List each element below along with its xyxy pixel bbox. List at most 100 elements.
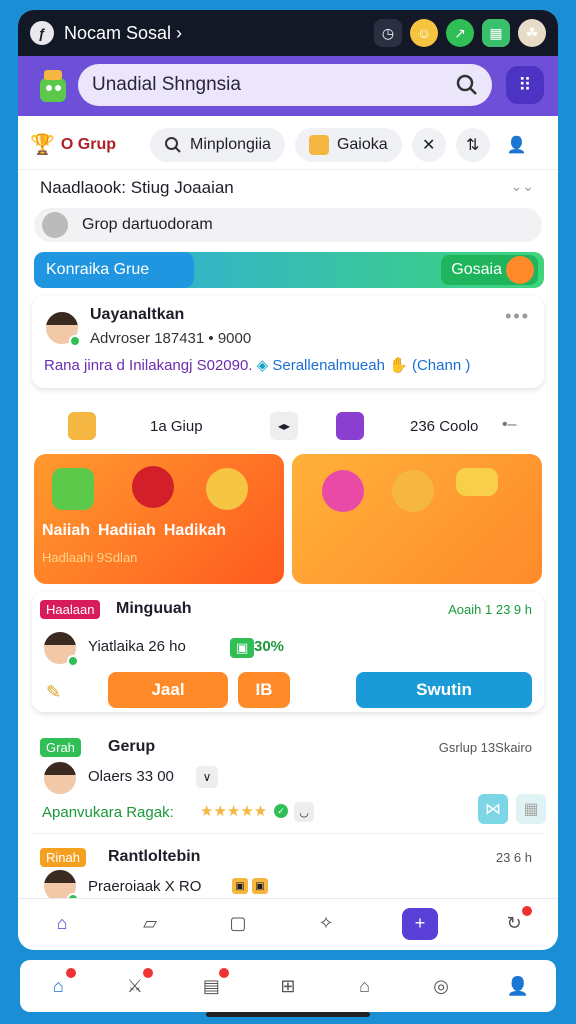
gold-icon <box>308 134 329 155</box>
hand-icon: ✋ <box>389 357 408 374</box>
join-button[interactable]: Jaal <box>108 672 228 708</box>
stats-row: 1a Giup ◂▸ 236 Coolo •– <box>32 398 544 454</box>
more-options-icon[interactable]: ••• <box>505 306 530 327</box>
promo-sub: Hadlaahi 9Sdlan <box>42 550 138 565</box>
group-icon[interactable]: ☘ <box>518 19 546 47</box>
timer-icon[interactable]: ◷ <box>374 19 402 47</box>
search-icon[interactable] <box>454 72 480 98</box>
calendar-icon[interactable]: ▦ <box>482 19 510 47</box>
collapse-icon[interactable]: ⌄⌄ <box>511 178 534 195</box>
post-author[interactable]: Uayanaltkan <box>90 306 184 324</box>
cool-count: 236 Coolo <box>410 418 479 435</box>
avatar[interactable] <box>42 760 78 796</box>
gold-chip[interactable]: Gaioka <box>294 127 402 162</box>
ratio-badge-icon: ▣ <box>230 638 255 658</box>
post-card[interactable]: Uayanaltkan Advroser 187431 • 9000 ••• R… <box>32 296 544 388</box>
post-time: Aoaih 1 23 9 h <box>448 602 532 617</box>
grid-menu-button[interactable]: ⠿ <box>506 66 544 104</box>
post-badge: Rinah <box>40 848 86 867</box>
inner-tab-bar: ⌂ ▱ ▢ ✧ + ↻ <box>18 898 558 948</box>
search-bar: Unadial Shngnsia ⠿ <box>18 56 558 116</box>
medal-icon: ▣ <box>232 878 248 894</box>
promo-tile-left[interactable]: Naiiah Hadiiah Hadikah Hadlaahi 9Sdlan <box>34 454 284 584</box>
bottom-nav: ⌂ ⚔ ▤ ⊞ ⌂ ◎ 👤 <box>20 960 556 1012</box>
post-author[interactable]: Rantloltebin <box>108 848 200 866</box>
post-body-left: Rana jinra d Inilakangj S02090. <box>44 357 253 374</box>
badge-icon[interactable]: ✧ <box>314 912 338 936</box>
avatar[interactable] <box>44 310 81 347</box>
post-badge: Haalaan <box>40 600 101 619</box>
rating-stars: ★★★★★ <box>200 803 268 820</box>
dislike-icon[interactable]: ◡ <box>294 802 314 822</box>
post-time: 23 6 h <box>495 850 532 865</box>
bowtie-icon[interactable]: ⋈ <box>478 794 508 824</box>
app-logo-icon[interactable]: ƒ <box>30 21 54 45</box>
nav-house-icon[interactable]: ⌂ <box>353 974 377 998</box>
red-ball-icon <box>132 466 174 508</box>
swap-chip[interactable]: ⇅ <box>455 127 490 162</box>
group-count: 1a Giup <box>150 418 203 435</box>
emoji-icon[interactable]: ☺ <box>410 19 438 47</box>
nav-swords-icon[interactable]: ⚔ <box>123 968 153 998</box>
swap-icon: ⇅ <box>465 136 480 154</box>
post-body: Rana jinra d Inilakangj S02090. ◈ Serall… <box>44 356 470 374</box>
wand-icon: ✎ <box>46 682 62 702</box>
bucket-icon: ◈ <box>256 357 269 374</box>
promo-label-2: Hadiiah <box>98 522 156 539</box>
post-card[interactable]: Grah Gerup Gsrlup 13Skairo Olaers 33 00 … <box>32 722 546 834</box>
close-chip[interactable]: ✕ <box>411 127 446 162</box>
home-icon[interactable]: ⌂ <box>50 912 74 936</box>
expand-icon[interactable]: ◂▸ <box>270 412 298 440</box>
gift-box-icon <box>336 412 364 440</box>
green-mascot-icon <box>52 468 94 510</box>
post-body-tail: (Chann ) <box>411 357 471 374</box>
group-chip-label: O Grup <box>60 135 117 153</box>
note-icon[interactable]: ▢ <box>226 912 250 936</box>
post-body-right: Serallenalmueah <box>272 357 385 374</box>
post-time: Gsrlup 13Skairo <box>438 740 532 755</box>
status-bar: ƒ Nocam Sosal › ◷ ☺ ↗ ▦ ☘ <box>18 10 558 56</box>
promo-label-1: Naiiah <box>42 522 91 539</box>
nav-camera-icon[interactable]: ◎ <box>429 974 453 998</box>
nav-home-icon[interactable]: ⌂ <box>46 968 77 998</box>
yellow-mascot-icon <box>206 468 248 510</box>
trophy-icon: 🏆 <box>30 134 55 156</box>
chat-icon[interactable]: ▱ <box>138 912 162 936</box>
grid-tile-icon[interactable]: ▦ <box>516 794 546 824</box>
search-chip-label: Minplongiia <box>190 135 271 153</box>
post-author[interactable]: Gerup <box>108 738 155 756</box>
post-card[interactable]: Rinah Rantloltebin 23 6 h Praeroiaak X R… <box>32 834 544 905</box>
heart-icon <box>322 470 364 512</box>
composer-title: Naadlaook: Stiug Joaaian <box>40 178 234 197</box>
profile-chip[interactable]: 👤 <box>500 128 534 162</box>
gold-stack-icon <box>456 468 498 496</box>
promo-banner[interactable]: Konraika Grue Gosaia <box>34 252 544 288</box>
group-chip[interactable]: 🏆 O Grup <box>30 132 140 157</box>
nav-profile-icon[interactable]: 👤 <box>506 974 530 998</box>
more-dots-icon[interactable]: •– <box>502 416 517 434</box>
add-post-button[interactable]: + <box>402 907 438 940</box>
post-card[interactable]: Haalaan Minguuah Aoaih 1 23 9 h Yiatlaik… <box>32 592 544 712</box>
post-author[interactable]: Minguuah <box>116 600 192 618</box>
ib-button[interactable]: IB <box>238 672 290 708</box>
chevron-down-icon[interactable]: ∨ <box>196 766 218 788</box>
banner-right-label: Gosaia <box>451 261 502 278</box>
rewards-icon[interactable]: ↻ <box>502 905 532 936</box>
switch-button[interactable]: Swutin <box>356 672 532 708</box>
share-icon[interactable]: ↗ <box>446 19 474 47</box>
promo-labels: Naiiah Hadiiah Hadikah <box>42 522 226 540</box>
banner-left-label[interactable]: Konraika Grue <box>34 252 194 288</box>
filter-chips: 🏆 O Grup Minplongiia Gaioka ✕ ⇅ 👤 <box>18 120 558 170</box>
online-dot <box>69 335 81 347</box>
search-chip[interactable]: Minplongiia <box>150 127 285 162</box>
nav-games-icon[interactable]: ⊞ <box>276 974 300 998</box>
nav-gift-icon[interactable]: ▤ <box>199 968 230 998</box>
composer-placeholder: Grop dartuodoram <box>82 216 213 233</box>
app-window: ƒ Nocam Sosal › ◷ ☺ ↗ ▦ ☘ Unadial Shngns… <box>18 10 558 950</box>
composer-input[interactable]: Grop dartuodoram <box>34 208 542 242</box>
promo-tile-right[interactable] <box>292 454 542 584</box>
avatar[interactable] <box>42 630 79 667</box>
search-chip-icon <box>165 136 181 153</box>
rating-label: Apanvukara Ragak: <box>42 804 174 821</box>
search-input[interactable]: Unadial Shngnsia <box>78 64 492 106</box>
